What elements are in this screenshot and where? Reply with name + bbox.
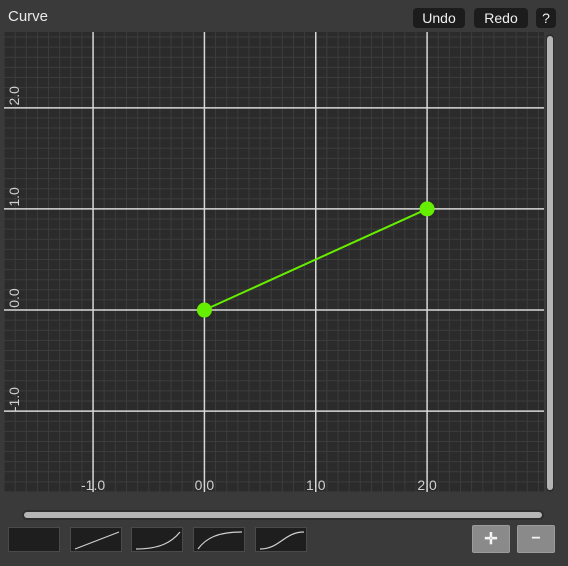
y-tick-label: 1.0 xyxy=(6,187,22,207)
curve-graph[interactable]: -1.0 0.0 1.0 2.0 2.0 1.0 0.0 -1.0 xyxy=(4,32,544,492)
y-tick-label: -1.0 xyxy=(6,387,22,411)
plot-background xyxy=(4,32,544,492)
horizontal-scrollbar[interactable] xyxy=(22,510,544,520)
ease-out-preset-icon xyxy=(197,531,243,550)
vertical-scrollbar[interactable] xyxy=(546,34,554,492)
x-tick-label: -1.0 xyxy=(81,477,105,492)
redo-button[interactable]: Redo xyxy=(474,8,528,28)
linear-preset-icon xyxy=(74,531,120,550)
y-tick-label: 0.0 xyxy=(6,288,22,308)
constant-preset-button[interactable] xyxy=(8,527,60,552)
remove-point-button[interactable]: − xyxy=(517,525,555,553)
undo-button[interactable]: Undo xyxy=(413,8,465,28)
curve-control-point[interactable] xyxy=(419,201,435,217)
add-point-icon: ✛ xyxy=(484,531,498,548)
horizontal-scroll-thumb[interactable] xyxy=(24,512,542,518)
x-tick-label: 2.0 xyxy=(417,477,437,492)
linear-preset-button[interactable] xyxy=(70,527,122,552)
x-tick-label: 1.0 xyxy=(306,477,326,492)
title-bar: Curve Undo Redo ? xyxy=(0,0,568,32)
curve-plot-area[interactable]: -1.0 0.0 1.0 2.0 2.0 1.0 0.0 -1.0 xyxy=(4,32,544,492)
constant-preset-icon xyxy=(9,528,59,551)
remove-point-icon: − xyxy=(531,530,541,547)
ease-out-preset-button[interactable] xyxy=(193,527,245,552)
x-tick-label: 0.0 xyxy=(195,477,215,492)
ease-in-preset-icon xyxy=(135,531,181,550)
ease-in-preset-button[interactable] xyxy=(131,527,183,552)
panel-title: Curve xyxy=(8,8,49,25)
y-tick-label: 2.0 xyxy=(6,86,22,106)
ease-in-out-preset-button[interactable] xyxy=(255,527,307,552)
ease-in-out-preset-icon xyxy=(259,531,305,550)
add-point-button[interactable]: ✛ xyxy=(472,525,510,553)
vertical-scroll-thumb[interactable] xyxy=(547,36,553,490)
help-button[interactable]: ? xyxy=(536,8,556,28)
curve-control-point[interactable] xyxy=(196,302,212,318)
